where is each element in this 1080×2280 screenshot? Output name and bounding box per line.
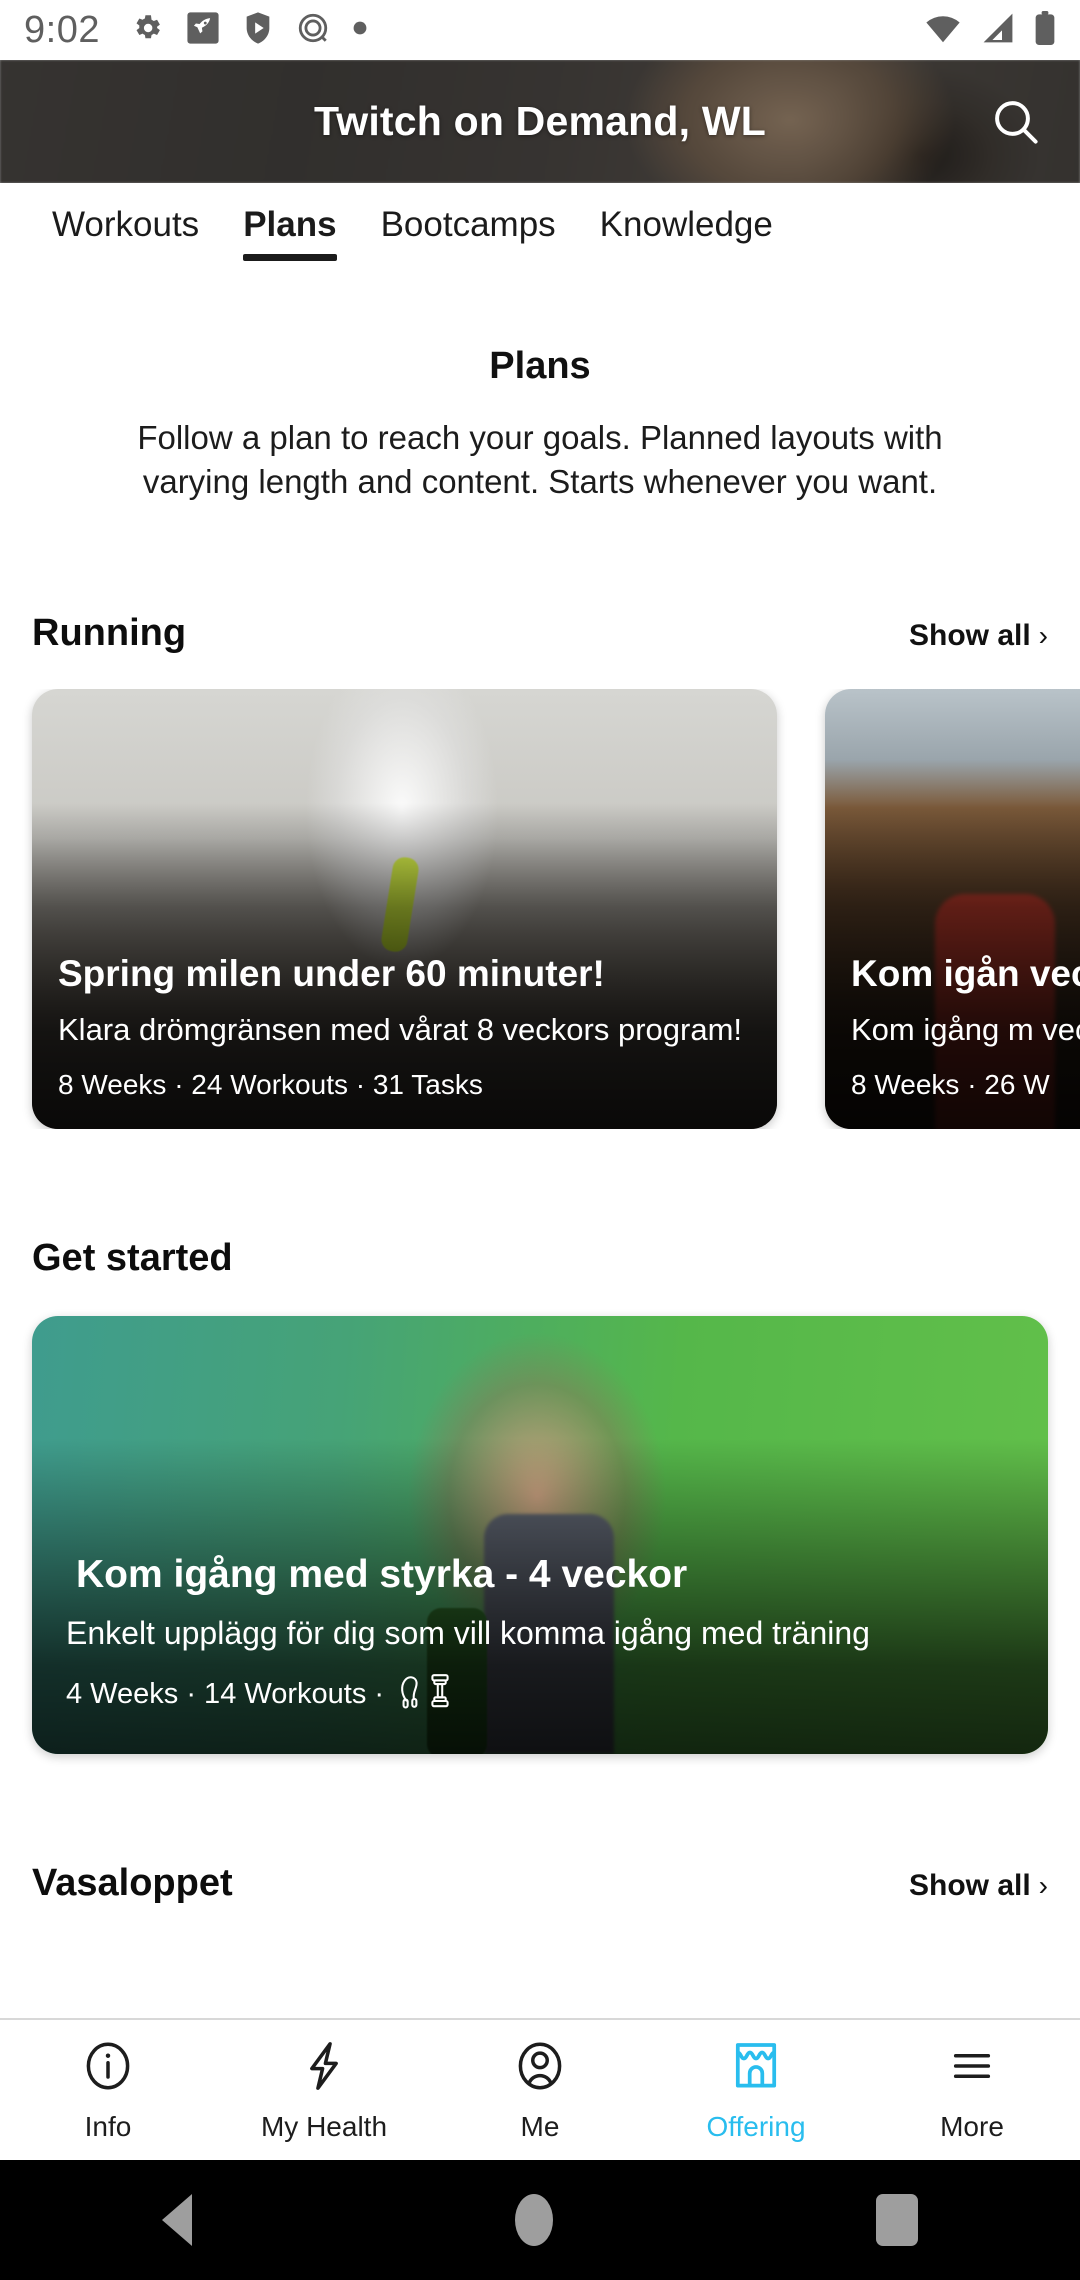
tab-workouts[interactable]: Workouts	[30, 183, 221, 245]
nav-item-info-label: Info	[84, 2110, 132, 2142]
cellular-signal-icon	[980, 12, 1016, 49]
bottom-navigation-bar: Info My Health Me Offering More	[0, 2018, 1080, 2160]
scroll-content[interactable]: Plans Follow a plan to reach your goals.…	[0, 273, 1080, 2018]
show-all-running-label: Show all	[908, 618, 1031, 652]
nav-item-my-health[interactable]: My Health	[216, 2038, 432, 2143]
recents-square-icon[interactable]	[876, 2194, 919, 2246]
status-bar-system-icons	[924, 10, 1056, 50]
page-title: Twitch on Demand, WL	[314, 98, 766, 144]
hamburger-menu-icon	[944, 2038, 1000, 2099]
chevron-right-icon: ›	[1038, 1869, 1048, 1901]
shield-play-icon	[242, 11, 274, 50]
nav-item-offering[interactable]: Offering	[648, 2038, 864, 2143]
plan-card-subtitle: Klara drömgränsen med vårat 8 veckors pr…	[58, 1011, 743, 1047]
tab-bootcamps-label: Bootcamps	[380, 205, 556, 244]
section-header-get-started: Get started	[0, 1237, 1080, 1280]
app-header: Twitch on Demand, WL	[0, 60, 1080, 183]
plan-card-wide-meta: 4 Weeks · 14 Workouts ·	[66, 1678, 385, 1711]
plan-card[interactable]: Spring milen under 60 minuter! Klara drö…	[32, 688, 777, 1129]
plan-card-subtitle: Kom igång m veckors prog	[851, 1011, 1080, 1047]
plan-card-text: Spring milen under 60 minuter! Klara drö…	[58, 951, 751, 1101]
dot-icon	[352, 20, 368, 41]
nav-item-more-label: More	[940, 2110, 1004, 2142]
plan-card[interactable]: Kom igån veckors p Kom igång m veckors p…	[825, 688, 1080, 1129]
rocket-icon	[186, 11, 220, 50]
plan-card-wide-meta-row: 4 Weeks · 14 Workouts ·	[66, 1672, 1014, 1718]
section-title-get-started: Get started	[32, 1236, 233, 1279]
get-started-card-wrap: Kom igång med styrka - 4 veckor Enkelt u…	[0, 1315, 1080, 1754]
show-all-running[interactable]: Show all ›	[909, 619, 1048, 653]
chevron-right-icon: ›	[1038, 619, 1048, 651]
section-header-vasaloppet: Vasaloppet Show all ›	[0, 1862, 1080, 1905]
section-title-running: Running	[32, 611, 187, 654]
jump-rope-icon	[398, 1672, 424, 1718]
tab-knowledge-label: Knowledge	[599, 205, 773, 244]
nav-item-me-label: Me	[520, 2110, 560, 2142]
plans-description: Follow a plan to reach your goals. Plann…	[137, 419, 943, 500]
circle-slash-icon	[296, 11, 330, 50]
plan-card-wide-text: Kom igång med styrka - 4 veckor Enkelt u…	[66, 1552, 1014, 1718]
plan-card-text: Kom igån veckors p Kom igång m veckors p…	[851, 951, 1080, 1101]
plan-card-meta: 8 Weeks · 26 W	[851, 1068, 1050, 1100]
info-circle-icon	[80, 2038, 136, 2099]
status-bar-notification-icons	[130, 11, 368, 50]
nav-item-more[interactable]: More	[864, 2038, 1080, 2143]
tab-bar: Workouts Plans Bootcamps Knowledge	[0, 183, 1080, 273]
tab-plans[interactable]: Plans	[221, 183, 358, 261]
section-header-running: Running Show all ›	[0, 612, 1080, 655]
plan-card-wide[interactable]: Kom igång med styrka - 4 veckor Enkelt u…	[32, 1315, 1048, 1754]
search-icon[interactable]	[980, 86, 1052, 158]
tab-workouts-label: Workouts	[52, 205, 200, 244]
gear-icon	[130, 11, 164, 50]
tab-knowledge[interactable]: Knowledge	[578, 183, 795, 245]
app-screen: 9:02 Twitch on Demand, WL Workouts Plans…	[0, 0, 1080, 2280]
show-all-vasaloppet[interactable]: Show all ›	[909, 1869, 1048, 1903]
show-all-vasaloppet-label: Show all	[908, 1868, 1031, 1902]
plan-card-title: Spring milen under 60 minuter!	[58, 952, 605, 994]
active-tab-underline	[243, 254, 337, 261]
plan-card-wide-subtitle: Enkelt upplägg för dig som vill komma ig…	[66, 1614, 870, 1651]
android-navigation-bar	[0, 2160, 1080, 2280]
status-bar-clock: 9:02	[24, 8, 100, 51]
tab-bootcamps[interactable]: Bootcamps	[359, 183, 578, 245]
home-circle-icon[interactable]	[514, 2194, 553, 2246]
nav-item-info[interactable]: Info	[0, 2038, 216, 2143]
running-card-carousel[interactable]: Spring milen under 60 minuter! Klara drö…	[0, 688, 1080, 1129]
section-title-vasaloppet: Vasaloppet	[32, 1861, 233, 1904]
nav-item-my-health-label: My Health	[260, 2110, 388, 2142]
plans-heading: Plans	[489, 345, 591, 387]
lightning-bolt-icon	[296, 2038, 352, 2099]
status-bar: 9:02	[0, 0, 1080, 60]
back-triangle-icon[interactable]	[161, 2194, 192, 2246]
person-icon	[512, 2038, 568, 2099]
equipment-icons	[398, 1672, 452, 1718]
plan-card-meta: 8 Weeks · 24 Workouts · 31 Tasks	[58, 1068, 483, 1100]
storefront-icon	[728, 2038, 784, 2099]
battery-icon	[1034, 10, 1056, 50]
dumbbell-icon	[428, 1672, 452, 1718]
plan-card-wide-title: Kom igång med styrka - 4 veckor	[76, 1552, 688, 1596]
plan-card-title: Kom igån veckors p	[851, 952, 1080, 994]
wifi-icon	[924, 12, 962, 49]
nav-item-me[interactable]: Me	[432, 2038, 648, 2143]
nav-item-offering-label: Offering	[706, 2110, 806, 2142]
tab-plans-label: Plans	[243, 205, 337, 244]
